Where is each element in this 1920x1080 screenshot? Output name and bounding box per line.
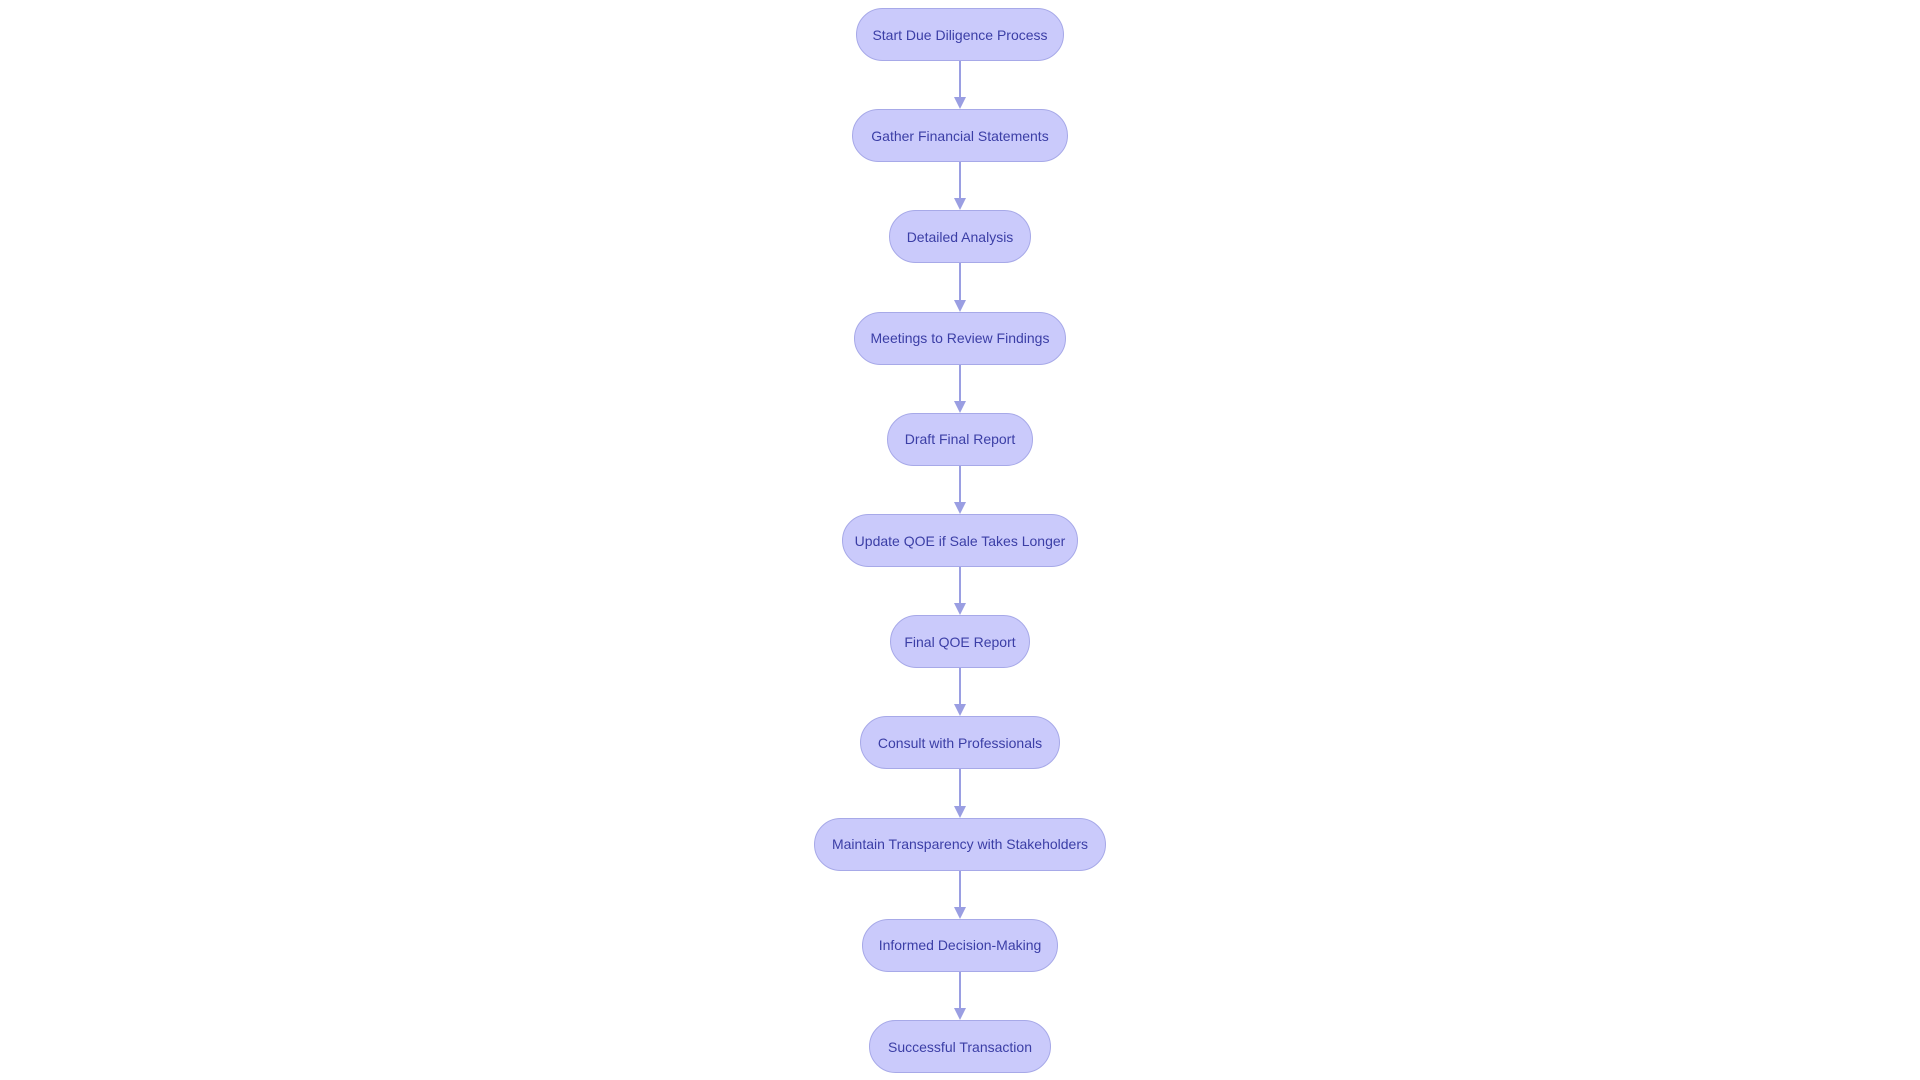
arrowhead-icon [954,400,966,413]
node-analysis[interactable]: Detailed Analysis [889,210,1031,264]
arrowhead-icon [954,805,966,818]
arrowhead-icon [954,299,966,312]
edge-draft-to-update [959,465,961,503]
edge-start-to-gather [959,61,961,99]
arrowhead-icon [954,502,966,514]
edge-consult-to-transparency [959,769,961,807]
arrowhead-icon [954,603,966,616]
node-success[interactable]: Successful Transaction [869,1020,1051,1073]
node-final[interactable]: Final QOE Report [890,615,1030,669]
node-consult[interactable]: Consult with Professionals [860,716,1060,770]
node-gather[interactable]: Gather Financial Statements [852,109,1068,163]
arrowhead-icon [954,906,966,919]
node-meetings[interactable]: Meetings to Review Findings [854,311,1066,365]
arrowhead-icon [954,198,966,211]
edge-meetings-to-draft [959,364,961,402]
edge-analysis-to-meetings [959,263,961,301]
edge-decision-to-success [959,971,961,1009]
arrowhead-icon [954,704,966,717]
arrowhead-icon [954,97,966,110]
flowchart: Start Due Diligence Process Gather Financ… [0,0,1920,1080]
node-decision[interactable]: Informed Decision-Making [862,918,1058,972]
arrowhead-icon [954,1008,966,1020]
edge-transparency-to-decision [959,870,961,908]
edge-gather-to-analysis [959,162,961,200]
node-start[interactable]: Start Due Diligence Process [856,8,1064,61]
node-draft[interactable]: Draft Final Report [887,412,1033,466]
edge-update-to-final [959,567,961,605]
node-transparency[interactable]: Maintain Transparency with Stakeholders [814,817,1106,871]
node-update[interactable]: Update QOE if Sale Takes Longer [842,514,1078,567]
edge-final-to-consult [959,668,961,706]
